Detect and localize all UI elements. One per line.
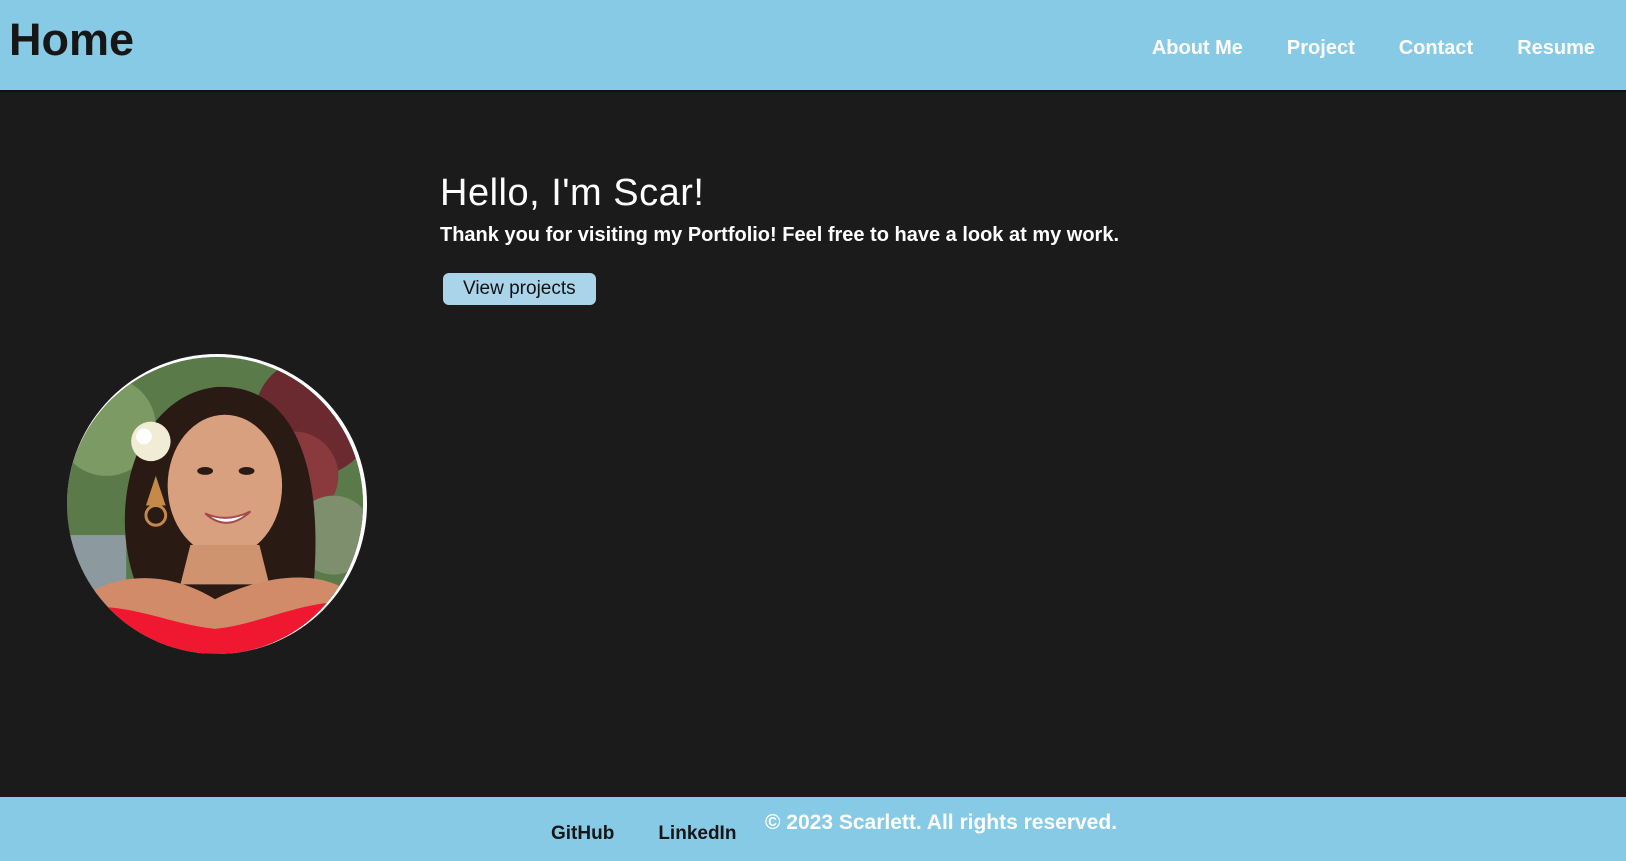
nav-link-contact[interactable]: Contact [1399,35,1473,61]
profile-photo-icon [67,357,363,654]
main-nav: About Me Project Contact Resume [1108,35,1595,61]
hero-subheading: Thank you for visiting my Portfolio! Fee… [440,224,1120,246]
main-content: Hello, I'm Scar! Thank you for visiting … [0,92,1626,797]
nav-link-project[interactable]: Project [1287,35,1355,61]
nav-link-resume[interactable]: Resume [1517,35,1595,61]
site-header: Home About Me Project Contact Resume [0,0,1626,92]
site-title[interactable]: Home [9,14,134,66]
linkedin-link[interactable]: LinkedIn [658,822,736,846]
nav-link-about-me[interactable]: About Me [1152,35,1243,61]
github-link[interactable]: GitHub [551,822,614,846]
profile-photo [67,354,367,654]
hero-heading: Hello, I'm Scar! [440,172,705,214]
view-projects-button[interactable]: View projects [443,273,596,305]
copyright-text: © 2023 Scarlett. All rights reserved. [765,811,1118,834]
site-footer: GitHub LinkedIn © 2023 Scarlett. All rig… [0,797,1626,861]
footer-links: GitHub LinkedIn [551,822,780,846]
hero-section: Hello, I'm Scar! Thank you for visiting … [440,170,1119,305]
